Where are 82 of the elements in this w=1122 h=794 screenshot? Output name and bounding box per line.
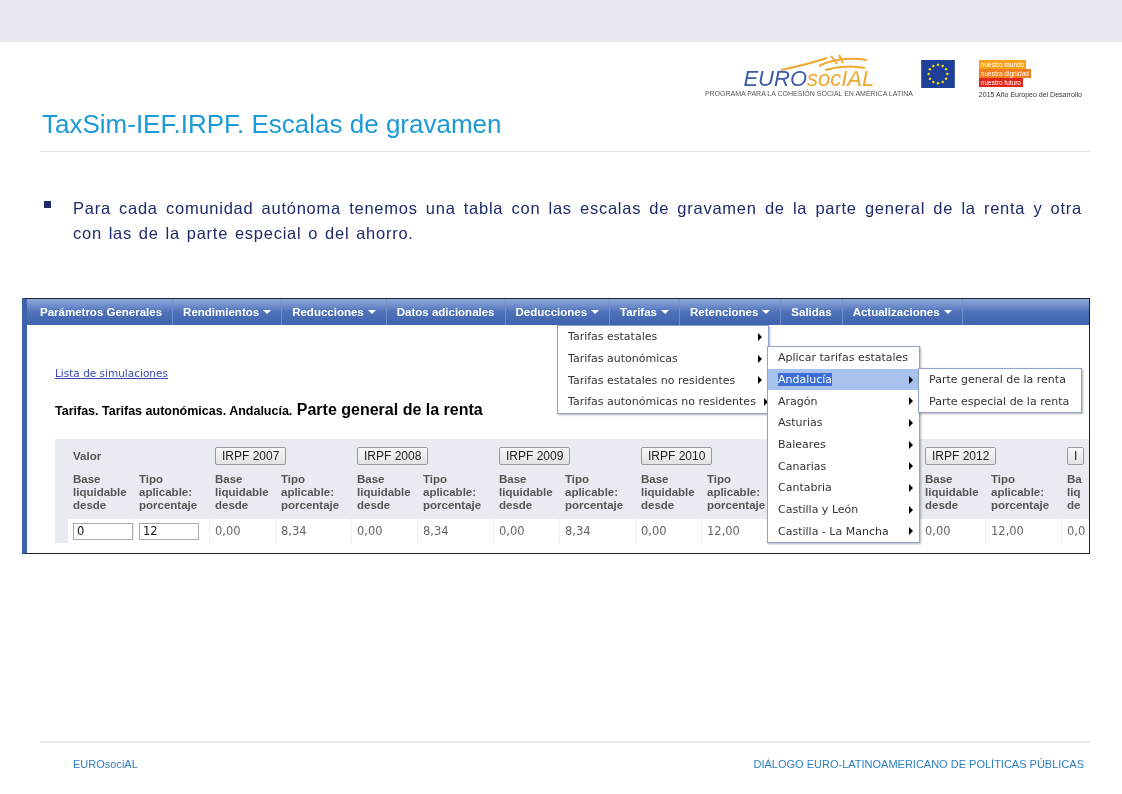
arrow-icon xyxy=(909,462,913,471)
arrow-icon xyxy=(758,376,762,385)
menu-item[interactable]: Salidas xyxy=(781,299,843,325)
menu-option[interactable]: Tarifas estatales no residentes xyxy=(558,369,768,392)
table-cell: 8,34 xyxy=(423,524,449,538)
caret-icon xyxy=(762,310,771,314)
breadcrumb-heading: Tarifas. Tarifas autonómicas. Andalucía. xyxy=(55,404,293,418)
table-cell: 8,34 xyxy=(281,524,307,538)
menu-option[interactable]: Parte general de la renta xyxy=(919,369,1081,391)
menu-option[interactable]: Aragón xyxy=(768,390,919,413)
menu-option[interactable]: Tarifas autonómicas xyxy=(558,347,768,370)
menu-option[interactable]: Aplicar tarifas estatales xyxy=(768,347,919,369)
table-cell: 12,00 xyxy=(707,524,740,538)
table-cell: 0,0 xyxy=(1067,524,1086,538)
caret-icon xyxy=(943,310,952,314)
table-cell: 0,00 xyxy=(499,524,525,538)
arrow-icon xyxy=(909,440,913,449)
menu-item[interactable]: Rendimientos xyxy=(173,299,283,325)
menu-option[interactable]: Tarifas autonómicas no residentes xyxy=(558,391,768,413)
column-header: Base liquidable desde xyxy=(640,473,696,513)
year-button[interactable]: IRPF 2009 xyxy=(499,447,571,465)
arrow-icon xyxy=(909,397,913,406)
column-header: Tipo aplicable: porcentaje xyxy=(564,473,625,513)
caret-icon xyxy=(263,310,272,314)
year-button[interactable]: IRPF 2007 xyxy=(215,447,287,465)
menu-item[interactable]: Parámetros Generales xyxy=(30,299,174,325)
value-input[interactable]: 12 xyxy=(139,522,199,540)
eu-flag-icon xyxy=(918,60,957,88)
value-input[interactable]: 0 xyxy=(73,522,133,540)
menu-option[interactable]: Baleares xyxy=(768,433,919,456)
menu-option[interactable]: Castilla - La Mancha xyxy=(768,520,919,543)
menu-option[interactable]: Tarifas estatales xyxy=(558,326,768,348)
menu-option[interactable]: Asturias xyxy=(768,412,919,434)
arrow-icon xyxy=(758,332,762,341)
menu-item[interactable]: Reducciones xyxy=(282,299,387,325)
menu-option[interactable]: Cantabria xyxy=(768,477,919,499)
column-header: Base liquidable desde xyxy=(72,473,128,513)
year-button[interactable]: IRPF 2008 xyxy=(357,447,429,465)
year-button[interactable]: IRPF 2012 xyxy=(925,447,997,465)
table-cell: 8,34 xyxy=(565,524,591,538)
bullet-icon xyxy=(44,201,51,208)
column-header: Tipo aplicable: porcentaje xyxy=(138,473,199,513)
menu-option[interactable]: Parte especial de la renta xyxy=(919,390,1081,413)
arrow-icon xyxy=(909,418,913,427)
slide-title: TaxSim-IEF.IRPF. Escalas de gravamen xyxy=(42,108,503,140)
column-header: Base liquidable desde xyxy=(498,473,554,513)
menu-item[interactable]: Actualizaciones xyxy=(842,299,963,325)
table-cell: 0,00 xyxy=(641,524,667,538)
table-cell: 0,00 xyxy=(357,524,383,538)
column-header: Tipo aplicable: porcentaje xyxy=(280,473,341,513)
bullet-text: Para cada comunidad autónoma tenemos una tabla con las escalas de gravamen de la parte general de la renta y otra con las de la parte especial o del ahorro. xyxy=(73,198,1082,244)
footer-text: DIÁLOGO EURO-LATINOAMERICANO DE POLÍTICAS PÚBLICAS xyxy=(753,758,1084,770)
year-button[interactable]: I xyxy=(1067,447,1085,465)
table-cell: 12,00 xyxy=(991,524,1024,538)
caret-icon xyxy=(367,310,376,314)
menu-item[interactable]: Datos adicionales xyxy=(386,299,506,325)
footer-text: EUROsociAL xyxy=(73,758,138,770)
caret-icon xyxy=(660,310,669,314)
arrow-icon xyxy=(763,397,768,406)
arrow-icon xyxy=(909,505,913,514)
column-header: Ba liq de xyxy=(1066,473,1083,513)
arrow-icon xyxy=(909,375,913,384)
column-label: Valor xyxy=(72,450,102,462)
menu-option[interactable]: Canarias xyxy=(768,455,919,478)
simulations-link[interactable]: Lista de simulaciones xyxy=(55,367,168,379)
column-header: Tipo aplicable: porcentaje xyxy=(706,473,767,513)
menu-option[interactable]: Andalucía xyxy=(768,368,919,391)
column-header: Base liquidable desde xyxy=(924,473,980,513)
page-heading: Parte general de la renta xyxy=(296,401,483,418)
logo-wordmark: EUROsocIAL xyxy=(743,70,875,88)
menu-option[interactable]: Castilla y León xyxy=(768,498,919,521)
column-header: Tipo aplicable: porcentaje xyxy=(990,473,1051,513)
arrow-icon xyxy=(758,354,762,363)
table-cell: 0,00 xyxy=(215,524,241,538)
column-header: Base liquidable desde xyxy=(356,473,412,513)
column-header: Tipo aplicable: porcentaje xyxy=(422,473,483,513)
caret-icon xyxy=(591,310,600,314)
year-button[interactable]: IRPF 2010 xyxy=(641,447,713,465)
arrow-icon xyxy=(909,483,913,492)
column-header: Base liquidable desde xyxy=(214,473,270,513)
arrow-icon xyxy=(909,527,913,536)
table-cell: 0,00 xyxy=(925,524,951,538)
